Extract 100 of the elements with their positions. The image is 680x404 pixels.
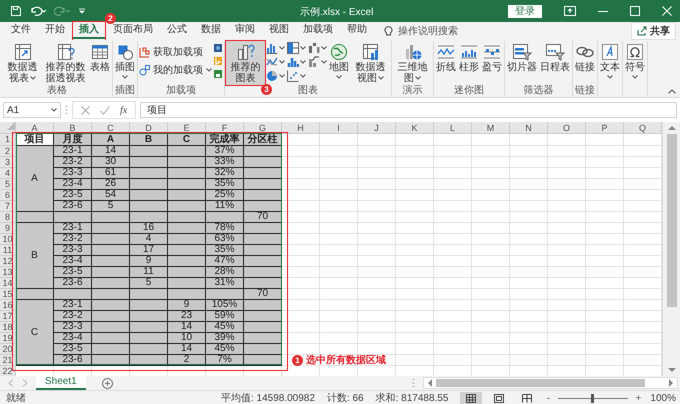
scroll-right-icon[interactable] [668, 379, 674, 387]
menu-tab[interactable]: 数据 [194, 23, 228, 39]
zoom-slider-thumb[interactable] [591, 394, 594, 402]
sparkline-column-button[interactable]: 柱形 [458, 41, 480, 74]
app-icon [213, 69, 223, 79]
waterfall-chart-button[interactable] [308, 42, 327, 54]
table-cell: 23-6 [54, 278, 92, 289]
add-sheet-icon[interactable] [102, 378, 113, 388]
insert-function-button[interactable]: fx [120, 104, 128, 116]
menu-tab[interactable]: 页面布局 [106, 23, 160, 39]
line-chart-button[interactable] [266, 56, 285, 68]
link-button[interactable]: 链接 [574, 41, 596, 74]
map-button[interactable]: 地图 [328, 41, 350, 80]
tell-me-search[interactable]: 操作说明搜索 [398, 24, 458, 38]
row-header[interactable]: 21 [0, 355, 16, 366]
menu-tab[interactable]: 加载项 [296, 23, 340, 39]
illustrations-button[interactable]: 插图 [114, 41, 136, 80]
row-header[interactable]: 18 [0, 322, 16, 333]
column-header[interactable]: O [548, 122, 586, 134]
row-header[interactable]: 15 [0, 289, 16, 300]
column-chart-button[interactable] [266, 42, 285, 54]
globe3d-button[interactable]: 三维地图 [393, 41, 432, 85]
menu-tab[interactable]: 公式 [160, 23, 194, 39]
name-box[interactable]: A1 [3, 102, 61, 118]
timeline-button[interactable]: 日程表 [539, 41, 571, 74]
scroll-down-icon[interactable] [668, 367, 676, 373]
share-button[interactable]: 共享 [631, 22, 676, 40]
row-header[interactable]: 14 [0, 278, 16, 289]
row-header[interactable]: 3 [0, 157, 16, 168]
column-header[interactable]: P [586, 122, 624, 134]
sparkline-winloss-button[interactable]: 盈亏 [481, 41, 503, 74]
combo-chart-button[interactable] [308, 56, 327, 68]
column-header[interactable]: N [510, 122, 548, 134]
formula-input[interactable]: 项目 [140, 102, 677, 118]
sparkline-line-button[interactable]: 折线 [435, 41, 457, 74]
ribbon-display-icon[interactable] [564, 6, 576, 16]
row-header[interactable]: 4 [0, 168, 16, 179]
recommended-charts-button[interactable]: 推荐的图表 [226, 41, 265, 85]
customize-icon[interactable] [78, 7, 86, 15]
row-header[interactable]: 2 [0, 146, 16, 157]
zoom-out-button[interactable]: - [544, 392, 552, 404]
scroll-left-icon[interactable] [427, 379, 433, 387]
column-header[interactable]: K [396, 122, 434, 134]
menu-tab[interactable]: 视图 [262, 23, 296, 39]
pie-chart-button[interactable] [266, 70, 285, 82]
row-header[interactable]: 10 [0, 234, 16, 245]
recommended-pivot-button[interactable]: 推荐的数据透视表 [43, 41, 88, 85]
column-header[interactable]: H [282, 122, 320, 134]
add-in-app-button[interactable] [213, 43, 223, 53]
slicer-button[interactable]: 切片器 [506, 41, 538, 74]
login-button[interactable]: 登录 [508, 4, 542, 18]
row-header[interactable]: 13 [0, 267, 16, 278]
vertical-scrollbar[interactable] [662, 122, 680, 376]
normal-view-button[interactable] [460, 392, 482, 404]
column-header[interactable]: J [358, 122, 396, 134]
count-value: 计数: 66 [326, 392, 364, 404]
row-header[interactable]: 12 [0, 256, 16, 267]
column-header[interactable]: I [320, 122, 358, 134]
zoom-in-button[interactable]: + [634, 392, 642, 404]
sheet-tab[interactable]: Sheet1 [36, 376, 86, 390]
text-button[interactable]: 文本 [599, 41, 621, 80]
maximize-icon[interactable] [630, 6, 640, 16]
row-header[interactable]: 20 [0, 344, 16, 355]
menu-tab[interactable]: 审阅 [228, 23, 262, 39]
window-title: 示例.xlsx - Excel [300, 6, 374, 19]
undo-icon[interactable] [30, 5, 46, 17]
menu-tab[interactable]: 文件 [4, 23, 38, 39]
close-icon[interactable] [662, 6, 672, 16]
row-header[interactable]: 8 [0, 212, 16, 223]
menu-tab[interactable]: 开始 [38, 23, 72, 39]
scroll-up-icon[interactable] [668, 125, 676, 131]
symbol-button[interactable]: 符号 [624, 41, 646, 80]
row-header[interactable]: 17 [0, 311, 16, 322]
menu-tab[interactable]: 帮助 [340, 23, 374, 39]
store-button[interactable]: 获取加载项 [139, 45, 212, 59]
column-header[interactable]: Q [624, 122, 662, 134]
add-in-app-button[interactable] [213, 69, 223, 79]
horizontal-scrollbar[interactable] [423, 377, 678, 389]
row-header[interactable]: 22 [0, 366, 16, 376]
row-header[interactable]: 1 [0, 134, 16, 146]
row-header[interactable]: 6 [0, 190, 16, 201]
statistic-chart-button[interactable] [287, 56, 306, 68]
my-addins-button[interactable]: 我的加载项 [139, 63, 212, 77]
collapse-ribbon-icon[interactable] [668, 89, 676, 94]
save-icon[interactable] [10, 5, 22, 17]
row-header[interactable]: 19 [0, 333, 16, 344]
caret-icon [321, 60, 327, 64]
pivot-table-button[interactable]: 数据透视表 [3, 41, 42, 85]
row-header[interactable]: 7 [0, 201, 16, 212]
scatter-chart-button[interactable] [287, 70, 306, 82]
column-header[interactable]: M [472, 122, 510, 134]
table-button[interactable]: 表格 [89, 41, 111, 74]
row-header[interactable]: 11 [0, 245, 16, 256]
table-cell: 23-3 [54, 245, 92, 256]
hierarchy-chart-button[interactable] [287, 42, 306, 54]
pivot-chart-button[interactable]: 数据透视图 [351, 41, 390, 85]
row-header[interactable]: 9 [0, 223, 16, 234]
row-header[interactable]: 16 [0, 300, 16, 311]
column-header[interactable]: L [434, 122, 472, 134]
row-header[interactable]: 5 [0, 179, 16, 190]
